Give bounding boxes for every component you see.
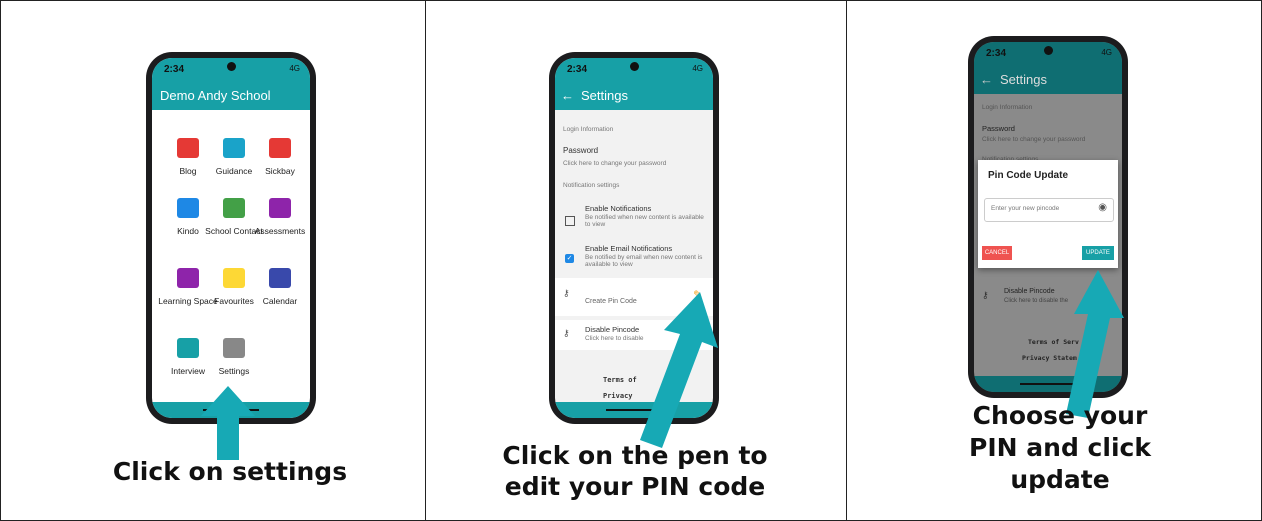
tile-label: Interview — [170, 366, 205, 376]
status-time: 2:34 — [567, 64, 588, 75]
camera-icon — [630, 62, 639, 71]
section-header: Login Information — [982, 104, 1033, 111]
arrow-diagonal-icon — [640, 292, 718, 448]
signal-indicator: 4G — [1101, 48, 1112, 57]
step1-caption: Click on settings — [112, 457, 348, 486]
app-title: Settings — [1000, 72, 1047, 87]
email-checkbox[interactable]: ✓ — [565, 254, 574, 263]
notifications-checkbox[interactable] — [565, 216, 575, 226]
dialog-title: Pin Code Update — [988, 170, 1069, 181]
step3-caption: Choose your PIN and click update — [930, 400, 1190, 496]
password-sub: Click here to change your password — [982, 136, 1086, 143]
key-icon: ⚷ — [563, 288, 570, 298]
app-bar: ← Settings — [555, 80, 713, 110]
status-bar: 2:34 4G — [974, 42, 1122, 64]
arrow-up-icon — [1066, 270, 1124, 418]
list-icon — [269, 198, 291, 218]
signal-indicator: 4G — [692, 64, 703, 73]
gears-icon — [223, 338, 245, 358]
enable-email-sub: Be notified by email when new content is… — [585, 254, 703, 268]
tile-settings[interactable]: Settings — [204, 338, 264, 376]
camera-icon — [1044, 46, 1053, 55]
tile-assessments[interactable]: Assessments — [250, 198, 310, 236]
key-icon: ⚷ — [563, 328, 570, 338]
cancel-button[interactable]: CANCEL — [982, 246, 1012, 260]
tile-sickbay[interactable]: Sickbay — [250, 138, 310, 176]
back-arrow-icon[interactable]: ← — [980, 72, 993, 87]
app-title: Demo Andy School — [160, 88, 271, 103]
step2-caption-line1: Click on the pen to — [502, 441, 768, 470]
arrow-up-icon — [201, 386, 255, 460]
app-bar: ← Settings — [974, 64, 1122, 94]
step2-caption-line2: edit your PIN code — [504, 472, 766, 501]
password-sub: Click here to change your password — [563, 160, 667, 167]
password-label: Password — [982, 124, 1015, 133]
enable-email-label: Enable Email Notifications — [585, 244, 673, 253]
enable-notifications-sub: Be notified when new content is availabl… — [585, 214, 704, 228]
password-label[interactable]: Password — [563, 146, 713, 155]
enable-notifications-label: Enable Notifications — [585, 204, 652, 213]
panel-divider — [846, 0, 847, 521]
app-bar: Demo Andy School — [152, 80, 310, 110]
tile-label: Blog — [179, 166, 197, 176]
tile-label: Sickbay — [265, 166, 295, 176]
update-button[interactable]: UPDATE — [1082, 246, 1114, 260]
card-icon — [177, 198, 199, 218]
tile-label: Guidance — [215, 166, 253, 176]
pin-input[interactable]: Enter your new pincode ◉ — [984, 198, 1114, 222]
star-icon — [223, 268, 245, 288]
panel-divider — [425, 0, 426, 521]
phone-icon — [223, 198, 245, 218]
tile-label: Calendar — [262, 296, 298, 306]
status-bar: 2:34 4G — [555, 58, 713, 80]
calendar-icon — [269, 268, 291, 288]
app-title: Settings — [581, 88, 628, 103]
step3-caption-line2: PIN and click — [969, 433, 1151, 462]
pin-placeholder: Enter your new pincode — [991, 205, 1060, 212]
back-arrow-icon[interactable]: ← — [561, 88, 574, 103]
eye-icon[interactable]: ◉ — [1098, 202, 1107, 213]
step3-caption-line1: Choose your — [972, 401, 1148, 430]
camera-icon — [227, 62, 236, 71]
section-header: Notification settings — [563, 182, 620, 189]
phone-screen: 2:34 4G Demo Andy School Blog Guidance Sic… — [152, 58, 310, 418]
tablet-icon — [177, 338, 199, 358]
tile-label: Favourites — [214, 296, 254, 306]
first-aid-icon — [269, 138, 291, 158]
step2-caption: Click on the pen to edit your PIN code — [490, 440, 780, 502]
tile-calendar[interactable]: Calendar — [250, 268, 310, 306]
tile-label: Assessments — [254, 226, 306, 236]
person-icon — [223, 138, 245, 158]
tile-label: Kindo — [177, 226, 199, 236]
status-time: 2:34 — [986, 48, 1007, 59]
book-icon — [177, 138, 199, 158]
tile-label: Settings — [218, 366, 250, 376]
section-header: Login Information — [563, 126, 614, 133]
status-bar: 2:34 4G — [152, 58, 310, 80]
key-icon: ⚷ — [982, 290, 989, 300]
signal-indicator: 4G — [289, 64, 300, 73]
step3-caption-line3: update — [1010, 465, 1110, 494]
status-time: 2:34 — [164, 64, 185, 75]
phone-mockup: 2:34 4G Demo Andy School Blog Guidance Sic… — [146, 52, 316, 424]
person-edit-icon — [177, 268, 199, 288]
pin-dialog: Pin Code Update Enter your new pincode ◉… — [978, 160, 1118, 268]
